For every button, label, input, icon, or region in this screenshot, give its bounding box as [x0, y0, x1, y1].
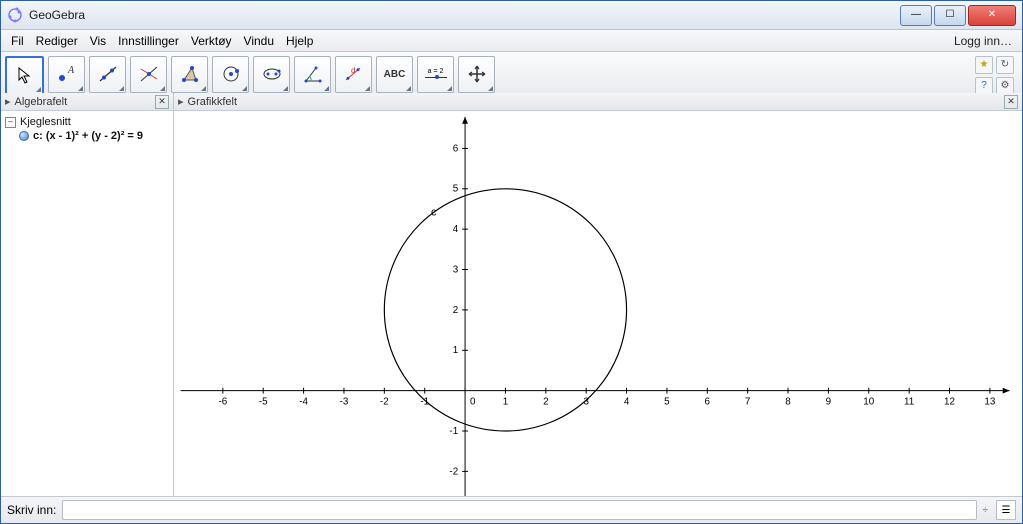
svg-text:13: 13: [984, 396, 995, 407]
window-title: GeoGebra: [29, 8, 85, 22]
chevron-right-icon: ▸: [5, 95, 11, 108]
slope-tool[interactable]: d: [335, 56, 372, 93]
svg-text:-6: -6: [218, 396, 227, 407]
help-icon[interactable]: ?: [975, 77, 993, 95]
gear-icon[interactable]: ⚙: [996, 77, 1014, 95]
line-tool[interactable]: [89, 56, 126, 93]
point-tool[interactable]: A: [48, 56, 85, 93]
ray-tool[interactable]: [130, 56, 167, 93]
svg-text:1: 1: [503, 396, 508, 407]
svg-text:0: 0: [470, 396, 476, 407]
svg-text:8: 8: [785, 396, 791, 407]
close-button[interactable]: ✕: [968, 5, 1016, 26]
graphics-panel-title: Grafikkfelt: [188, 96, 238, 108]
visibility-dot-icon[interactable]: [19, 131, 29, 141]
input-field[interactable]: [62, 500, 976, 520]
graphics-view[interactable]: -6-5-4-3-2-1012345678910111213-2-1123456…: [174, 111, 1022, 496]
svg-text:12: 12: [944, 396, 955, 407]
graphics-panel: ▸ Grafikkfelt ✕ -6-5-4-3-2-1012345678910…: [174, 93, 1022, 496]
redo-icon[interactable]: ↻: [996, 56, 1014, 74]
text-tool[interactable]: ABC: [376, 56, 413, 93]
angle-tool[interactable]: [294, 56, 331, 93]
menu-fil[interactable]: Fil: [5, 32, 30, 50]
svg-text:11: 11: [904, 396, 914, 407]
login-link[interactable]: Logg inn…: [948, 32, 1018, 50]
svg-text:9: 9: [826, 396, 831, 407]
toolbar-buttons: Ad ABCa = 2: [5, 56, 495, 95]
menu-bar: Fil Rediger Vis Innstillinger Verktøy Vi…: [1, 30, 1022, 52]
svg-text:6: 6: [705, 396, 711, 407]
menu-verktoy[interactable]: Verktøy: [185, 32, 238, 50]
app-window: GeoGebra — ☐ ✕ Fil Rediger Vis Innstilli…: [0, 0, 1023, 524]
svg-text:-4: -4: [299, 396, 308, 407]
svg-text:d: d: [351, 66, 355, 75]
poly-tool[interactable]: [171, 56, 208, 93]
input-bar-label: Skriv inn:: [7, 503, 56, 517]
svg-text:-3: -3: [340, 396, 349, 407]
ellipse-tool[interactable]: [253, 56, 290, 93]
svg-text:A: A: [67, 65, 75, 76]
svg-text:4: 4: [624, 396, 630, 407]
algebra-panel-title: Algebrafelt: [15, 96, 68, 108]
svg-text:6: 6: [453, 143, 459, 154]
menu-rediger[interactable]: Rediger: [30, 32, 84, 50]
tree-item-label: c: (x - 1)² + (y - 2)² = 9: [33, 130, 143, 142]
window-buttons: — ☐ ✕: [898, 5, 1016, 26]
svg-text:7: 7: [745, 396, 750, 407]
svg-text:1: 1: [453, 345, 458, 356]
svg-text:10: 10: [863, 396, 874, 407]
app-icon: [7, 7, 23, 23]
menu-vindu[interactable]: Vindu: [238, 32, 280, 50]
toolbar-right: ★ ↻ ? ⚙: [975, 56, 1014, 95]
slider-tool[interactable]: a = 2: [417, 56, 454, 93]
algebra-panel-close-icon[interactable]: ✕: [155, 95, 169, 109]
move-tool[interactable]: [5, 56, 44, 95]
tree-item-c[interactable]: c: (x - 1)² + (y - 2)² = 9: [19, 129, 169, 143]
coordinate-plane[interactable]: -6-5-4-3-2-1012345678910111213-2-1123456…: [174, 111, 1022, 496]
menu-hjelp[interactable]: Hjelp: [280, 32, 319, 50]
toolbar: Ad ABCa = 2 ★ ↻ ? ⚙: [1, 52, 1022, 99]
svg-text:-5: -5: [259, 396, 268, 407]
input-bar: Skriv inn: ÷ ☰: [1, 496, 1022, 523]
svg-text:5: 5: [664, 396, 670, 407]
svg-text:3: 3: [453, 264, 459, 275]
algebra-panel: ▸ Algebrafelt ✕ – Kjeglesnitt c: (x - 1)…: [1, 93, 174, 496]
graphics-panel-header[interactable]: ▸ Grafikkfelt ✕: [174, 93, 1022, 111]
menu-innstillinger[interactable]: Innstillinger: [112, 32, 185, 50]
circle-tool[interactable]: [212, 56, 249, 93]
chevron-right-icon: ▸: [178, 95, 184, 108]
input-dropdown-icon[interactable]: ÷: [983, 505, 989, 516]
svg-text:2: 2: [453, 305, 458, 316]
maximize-button[interactable]: ☐: [934, 5, 966, 26]
svg-text:2: 2: [543, 396, 548, 407]
tree-group-label: Kjeglesnitt: [20, 116, 71, 128]
svg-text:-1: -1: [449, 426, 458, 437]
star-icon[interactable]: ★: [975, 56, 993, 74]
svg-text:-2: -2: [449, 466, 458, 477]
svg-text:-2: -2: [380, 396, 389, 407]
svg-text:c: c: [431, 206, 437, 218]
algebra-panel-header[interactable]: ▸ Algebrafelt ✕: [1, 93, 173, 111]
panels: ▸ Algebrafelt ✕ – Kjeglesnitt c: (x - 1)…: [1, 93, 1022, 496]
collapse-icon[interactable]: –: [5, 117, 16, 128]
menu-vis[interactable]: Vis: [84, 32, 112, 50]
input-help-icon[interactable]: ☰: [996, 500, 1016, 520]
tree-group-kjeglesnitt[interactable]: – Kjeglesnitt: [5, 115, 169, 129]
titlebar[interactable]: GeoGebra — ☐ ✕: [1, 1, 1022, 30]
algebra-tree: – Kjeglesnitt c: (x - 1)² + (y - 2)² = 9: [1, 111, 173, 147]
svg-text:4: 4: [453, 224, 459, 235]
move-view-tool[interactable]: [458, 56, 495, 93]
svg-text:5: 5: [453, 184, 459, 195]
minimize-button[interactable]: —: [900, 5, 932, 26]
graphics-panel-close-icon[interactable]: ✕: [1004, 95, 1018, 109]
